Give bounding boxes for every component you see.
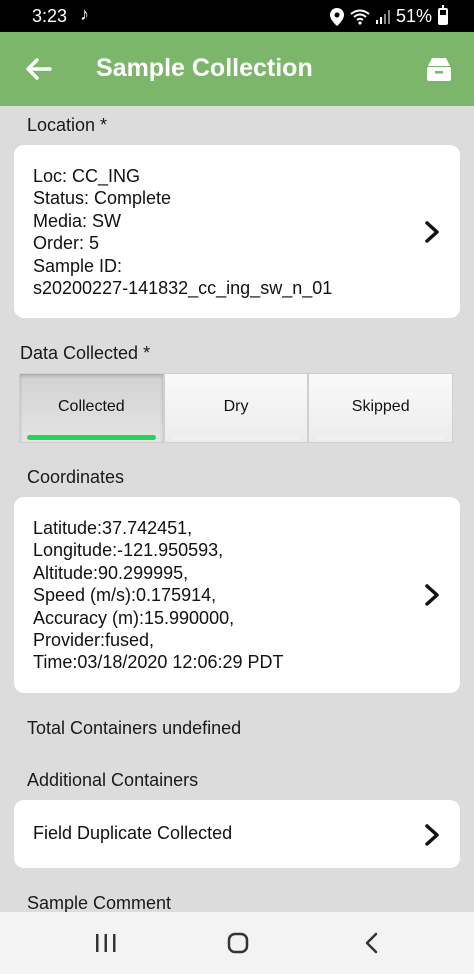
skipped-button[interactable]: Skipped — [308, 373, 454, 443]
coordinates-details: Latitude:37.742451, Longitude:-121.95059… — [33, 517, 284, 674]
back-nav-icon[interactable] — [362, 932, 382, 954]
home-icon[interactable] — [226, 932, 250, 954]
collected-button-label: Collected — [57, 398, 125, 415]
signal-icon — [375, 9, 390, 24]
sample-id-label: Sample ID: — [33, 255, 123, 276]
status-bar: 3:23 ♪ 51% — [0, 0, 474, 32]
longitude-line: Longitude:-121.950593, — [33, 540, 224, 561]
additional-containers-label: Additional Containers — [27, 770, 199, 790]
status-right: 51% — [329, 5, 448, 27]
skipped-button-label: Skipped — [351, 398, 410, 415]
altitude-line: Altitude:90.299995, — [33, 562, 189, 583]
total-containers-text: Total Containers undefined — [27, 718, 242, 738]
chevron-right-icon — [425, 584, 439, 606]
data-collected-label: Data Collected * — [20, 343, 151, 363]
archive-icon[interactable] — [422, 52, 456, 86]
location-card[interactable]: Loc: CC_ING Status: Complete Media: SW O… — [14, 145, 460, 318]
selected-indicator — [27, 435, 156, 440]
dry-button[interactable]: Dry — [163, 373, 309, 443]
coordinates-label: Coordinates — [27, 467, 125, 487]
music-note-icon: ♪ — [80, 4, 89, 24]
chevron-right-icon — [425, 221, 439, 243]
page-title: Sample Collection — [96, 54, 313, 82]
accuracy-line: Accuracy (m):15.990000, — [33, 607, 235, 628]
field-duplicate-text: Field Duplicate Collected — [33, 823, 233, 843]
field-duplicate-card[interactable]: Field Duplicate Collected — [14, 800, 460, 868]
coordinates-card[interactable]: Latitude:37.742451, Longitude:-121.95059… — [14, 497, 460, 693]
location-details: Loc: CC_ING Status: Complete Media: SW O… — [33, 165, 332, 299]
recent-apps-icon[interactable] — [94, 932, 118, 954]
time-line: Time:03/18/2020 12:06:29 PDT — [33, 652, 284, 673]
status-line: Status: Complete — [33, 188, 172, 209]
media-line: Media: SW — [33, 210, 122, 231]
sample-id-value: s20200227-141832_cc_ing_sw_n_01 — [33, 278, 333, 299]
collected-button[interactable]: Collected — [19, 373, 164, 443]
back-arrow-icon[interactable] — [22, 52, 56, 86]
indicator — [171, 435, 301, 440]
system-nav-bar — [0, 912, 474, 974]
status-time: 3:23 — [32, 6, 68, 26]
indicator — [316, 435, 446, 440]
latitude-line: Latitude:37.742451, — [33, 518, 193, 538]
order-line: Order: 5 — [33, 233, 100, 254]
provider-line: Provider:fused, — [33, 630, 155, 651]
location-line: Loc: CC_ING — [33, 166, 141, 186]
battery-percent: 51% — [395, 6, 432, 26]
data-collected-segmented-control: Collected Dry Skipped — [19, 373, 454, 443]
battery-icon — [438, 5, 448, 25]
chevron-right-icon — [425, 824, 439, 846]
dry-button-label: Dry — [223, 398, 249, 415]
speed-line: Speed (m/s):0.175914, — [33, 585, 217, 606]
location-pin-icon — [329, 7, 344, 26]
sample-comment-label: Sample Comment — [27, 893, 172, 913]
app-bar: Sample Collection — [0, 32, 474, 106]
location-label: Location * — [27, 115, 108, 135]
wifi-icon — [350, 9, 370, 25]
